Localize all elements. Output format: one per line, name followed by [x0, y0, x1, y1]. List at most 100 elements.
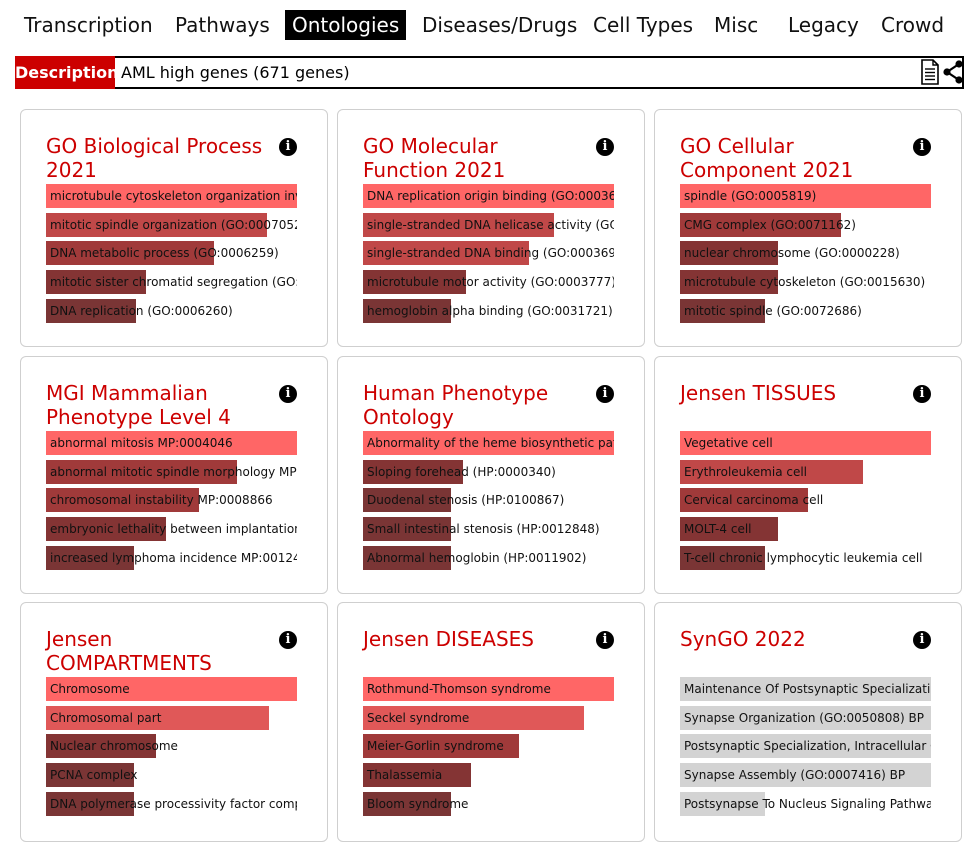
- bar-label: Synapse Assembly (GO:0007416) BP: [684, 768, 906, 783]
- result-bar[interactable]: abnormal mitosis MP:0004046: [46, 431, 297, 455]
- nav-tab-ontologies[interactable]: Ontologies: [285, 10, 407, 40]
- result-bar[interactable]: Small intestinal stenosis (HP:0012848): [363, 517, 614, 542]
- share-icon[interactable]: [943, 60, 963, 84]
- result-bar[interactable]: Synapse Organization (GO:0050808) BP: [680, 705, 931, 730]
- result-bar[interactable]: Sloping forehead (HP:0000340): [363, 459, 614, 484]
- library-panel: SynGO 2022 i Maintenance Of Postsynaptic S…: [654, 602, 962, 842]
- result-bar[interactable]: MOLT-4 cell: [680, 517, 931, 542]
- result-bar[interactable]: Seckel syndrome: [363, 705, 614, 730]
- nav-tab-crowd[interactable]: Crowd: [874, 10, 951, 40]
- result-bar[interactable]: DNA metabolic process (GO:0006259): [46, 241, 297, 266]
- nav-tab-transcription[interactable]: Transcription: [17, 10, 160, 40]
- bar-label: Bloom syndrome: [367, 796, 469, 811]
- info-icon[interactable]: i: [596, 138, 614, 156]
- result-bar[interactable]: microtubule motor activity (GO:0003777): [363, 270, 614, 295]
- result-bar[interactable]: Abnormality of the heme biosynthetic pat…: [363, 431, 614, 455]
- result-bar[interactable]: increased lymphoma incidence MP:0012431: [46, 545, 297, 570]
- result-bar[interactable]: CMG complex (GO:0071162): [680, 212, 931, 237]
- panel-title[interactable]: Human Phenotype Ontology: [363, 381, 588, 429]
- result-bar[interactable]: Synapse Assembly (GO:0007416) BP: [680, 763, 931, 788]
- bar-label: Postsynapse To Nucleus Signaling Pathway…: [684, 796, 931, 811]
- result-bar[interactable]: Erythroleukemia cell: [680, 459, 931, 484]
- result-bar[interactable]: Meier-Gorlin syndrome: [363, 734, 614, 759]
- panel-title[interactable]: SynGO 2022: [680, 627, 905, 651]
- document-icon[interactable]: [920, 59, 940, 85]
- bar-label: nuclear chromosome (GO:0000228): [684, 246, 900, 261]
- result-bar[interactable]: Thalassemia: [363, 763, 614, 788]
- result-bar[interactable]: Chromosome: [46, 677, 297, 701]
- result-bar[interactable]: single-stranded DNA helicase activity (G…: [363, 212, 614, 237]
- result-bar[interactable]: microtubule cytoskeleton (GO:0015630): [680, 270, 931, 295]
- result-bar[interactable]: abnormal mitotic spindle morphology MP:0…: [46, 459, 297, 484]
- result-bar[interactable]: Rothmund-Thomson syndrome: [363, 677, 614, 701]
- result-bar[interactable]: mitotic spindle (GO:0072686): [680, 298, 931, 323]
- result-bar[interactable]: DNA polymerase processivity factor compl…: [46, 791, 297, 816]
- result-bar[interactable]: Postsynapse To Nucleus Signaling Pathway…: [680, 791, 931, 816]
- bar-label: Rothmund-Thomson syndrome: [367, 682, 551, 696]
- bar-label: Small intestinal stenosis (HP:0012848): [367, 522, 600, 537]
- panel-title[interactable]: GO Cellular Component 2021: [680, 134, 905, 182]
- results-bar-chart: Rothmund-Thomson syndrome Seckel syndrome…: [363, 677, 614, 820]
- result-bar[interactable]: nuclear chromosome (GO:0000228): [680, 241, 931, 266]
- bar-label: Erythroleukemia cell: [684, 464, 808, 479]
- panel-title[interactable]: GO Molecular Function 2021: [363, 134, 588, 182]
- bar-label: DNA metabolic process (GO:0006259): [50, 246, 279, 261]
- library-panel: GO Molecular Function 2021 i DNA replicati…: [337, 109, 645, 347]
- result-bar[interactable]: mitotic sister chromatid segregation (GO…: [46, 270, 297, 295]
- result-bar[interactable]: Vegetative cell: [680, 431, 931, 455]
- info-icon[interactable]: i: [913, 631, 931, 649]
- bar-label: Maintenance Of Postsynaptic Specializati…: [684, 682, 931, 696]
- info-icon[interactable]: i: [913, 385, 931, 403]
- bar-label: Thalassemia: [367, 768, 443, 783]
- library-panel: Jensen TISSUES i Vegetative cell Erythroleu…: [654, 356, 962, 594]
- result-bar[interactable]: T-cell chronic lymphocytic leukemia cell: [680, 545, 931, 570]
- result-bar[interactable]: single-stranded DNA binding (GO:0003697): [363, 241, 614, 266]
- nav-tab-misc[interactable]: Misc: [707, 10, 765, 40]
- description-text: AML high genes (671 genes): [121, 63, 350, 82]
- results-bar-chart: abnormal mitosis MP:0004046 abnormal mito…: [46, 431, 297, 574]
- bar-label: single-stranded DNA helicase activity (G…: [367, 217, 614, 232]
- result-bar[interactable]: Maintenance Of Postsynaptic Specializati…: [680, 677, 931, 701]
- panel-title[interactable]: GO Biological Process 2021: [46, 134, 271, 182]
- bar-label: mitotic spindle (GO:0072686): [684, 303, 862, 318]
- nav-tab-pathways[interactable]: Pathways: [168, 10, 277, 40]
- result-bar[interactable]: Duodenal stenosis (HP:0100867): [363, 488, 614, 513]
- result-bar[interactable]: DNA replication origin binding (GO:00036…: [363, 184, 614, 208]
- bar-label: MOLT-4 cell: [684, 522, 752, 537]
- result-bar[interactable]: Nuclear chromosome: [46, 734, 297, 759]
- nav-tab-legacy[interactable]: Legacy: [781, 10, 866, 40]
- library-panel: Jensen DISEASES i Rothmund-Thomson syndrom…: [337, 602, 645, 842]
- panel-title[interactable]: Jensen DISEASES: [363, 627, 588, 651]
- info-icon[interactable]: i: [596, 631, 614, 649]
- result-bar[interactable]: spindle (GO:0005819): [680, 184, 931, 208]
- result-bar[interactable]: embryonic lethality between implantation…: [46, 517, 297, 542]
- nav-tab-cell-types[interactable]: Cell Types: [586, 10, 700, 40]
- bar-label: Duodenal stenosis (HP:0100867): [367, 493, 565, 508]
- result-bar[interactable]: chromosomal instability MP:0008866: [46, 488, 297, 513]
- result-bar[interactable]: Chromosomal part: [46, 705, 297, 730]
- bar-label: Nuclear chromosome: [50, 739, 178, 754]
- panel-title[interactable]: Jensen COMPARTMENTS: [46, 627, 271, 675]
- result-bar[interactable]: mitotic spindle organization (GO:0007052…: [46, 212, 297, 237]
- info-icon[interactable]: i: [279, 631, 297, 649]
- bar-label: T-cell chronic lymphocytic leukemia cell: [684, 550, 923, 565]
- library-panel: Jensen COMPARTMENTS i Chromosome Chromosoma…: [20, 602, 328, 842]
- bar-label: microtubule motor activity (GO:0003777): [367, 275, 614, 290]
- result-bar[interactable]: DNA replication (GO:0006260): [46, 298, 297, 323]
- result-bar[interactable]: Postsynaptic Specialization, Intracellul…: [680, 734, 931, 759]
- info-icon[interactable]: i: [913, 138, 931, 156]
- bar-label: Postsynaptic Specialization, Intracellul…: [684, 739, 931, 754]
- info-icon[interactable]: i: [279, 138, 297, 156]
- result-bar[interactable]: microtubule cytoskeleton organization in…: [46, 184, 297, 208]
- result-bar[interactable]: Abnormal hemoglobin (HP:0011902): [363, 545, 614, 570]
- nav-tab-diseases-drugs[interactable]: Diseases/Drugs: [415, 10, 584, 40]
- panel-title[interactable]: Jensen TISSUES: [680, 381, 905, 405]
- result-bar[interactable]: Cervical carcinoma cell: [680, 488, 931, 513]
- info-icon[interactable]: i: [596, 385, 614, 403]
- result-bar[interactable]: hemoglobin alpha binding (GO:0031721): [363, 298, 614, 323]
- info-icon[interactable]: i: [279, 385, 297, 403]
- bar-label: Abnormality of the heme biosynthetic pat…: [367, 436, 614, 450]
- result-bar[interactable]: PCNA complex: [46, 763, 297, 788]
- library-panel: GO Biological Process 2021 i microtubule c…: [20, 109, 328, 347]
- result-bar[interactable]: Bloom syndrome: [363, 791, 614, 816]
